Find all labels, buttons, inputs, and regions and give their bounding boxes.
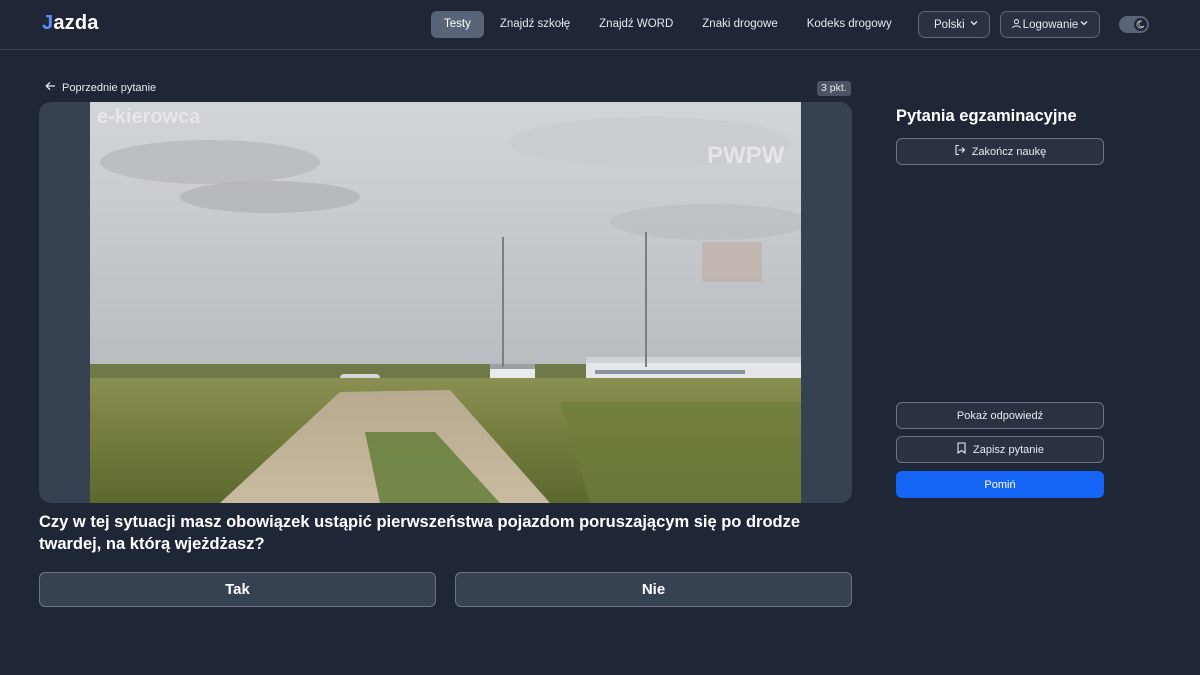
nav-item-road-code[interactable]: Kodeks drogowy [794, 11, 905, 38]
logout-icon [954, 144, 972, 159]
show-answer-label: Pokaż odpowiedź [956, 409, 1044, 422]
nav-item-road-signs[interactable]: Znaki drogowe [689, 11, 790, 38]
answer-no-button[interactable]: Nie [455, 572, 852, 607]
previous-question-link[interactable]: Poprzednie pytanie [45, 81, 156, 94]
skip-label: Pomiń [984, 478, 1016, 491]
watermark-left: e-kierowca [97, 106, 201, 128]
main-nav: Testy Znajdź szkołę Znajdź WORD Znaki dr… [431, 11, 960, 38]
question-text: Czy w tej sytuacji masz obowiązek ustąpi… [39, 513, 801, 553]
nav-item-testy[interactable]: Testy [431, 11, 484, 38]
show-answer-button[interactable]: Pokaż odpowiedź [896, 402, 1104, 429]
question-image[interactable]: e-kierowca PWPW [90, 102, 801, 503]
nav-item-find-word[interactable]: Znajdź WORD [586, 11, 686, 38]
logo-text: azda [53, 12, 99, 34]
save-question-button[interactable]: Zapisz pytanie [896, 436, 1104, 463]
chevron-down-icon [969, 18, 979, 31]
answer-yes-button[interactable]: Tak [39, 572, 436, 607]
language-select[interactable]: Polski [918, 11, 990, 38]
bookmark-icon [956, 442, 973, 457]
previous-question-label: Poprzednie pytanie [62, 81, 157, 94]
login-button[interactable]: Logowanie [1000, 11, 1100, 38]
moon-icon [1134, 18, 1147, 31]
logo-initial: J [42, 12, 54, 34]
arrow-left-icon [45, 81, 62, 94]
jazda-logo[interactable]: Jazda [42, 12, 99, 35]
watermark-right: PWPW [707, 142, 785, 169]
language-label: Polski [934, 18, 965, 31]
question-media-frame: e-kierowca PWPW [39, 102, 852, 503]
user-icon [1011, 18, 1022, 32]
login-label: Logowanie [1022, 18, 1079, 31]
skip-button[interactable]: Pomiń [896, 471, 1104, 498]
theme-toggle[interactable] [1119, 16, 1149, 33]
save-question-label: Zapisz pytanie [973, 443, 1044, 456]
sidebar-title: Pytania egzaminacyjne [896, 107, 1077, 125]
chevron-down-icon [1079, 18, 1089, 31]
points-badge: 3 pkt. [817, 81, 851, 96]
finish-learning-label: Zakończ naukę [971, 145, 1047, 158]
top-navbar: Jazda Testy Znajdź szkołę Znajdź WORD Zn… [0, 0, 1200, 50]
finish-learning-button[interactable]: Zakończ naukę [896, 138, 1104, 165]
nav-item-find-school[interactable]: Znajdź szkołę [487, 11, 583, 38]
